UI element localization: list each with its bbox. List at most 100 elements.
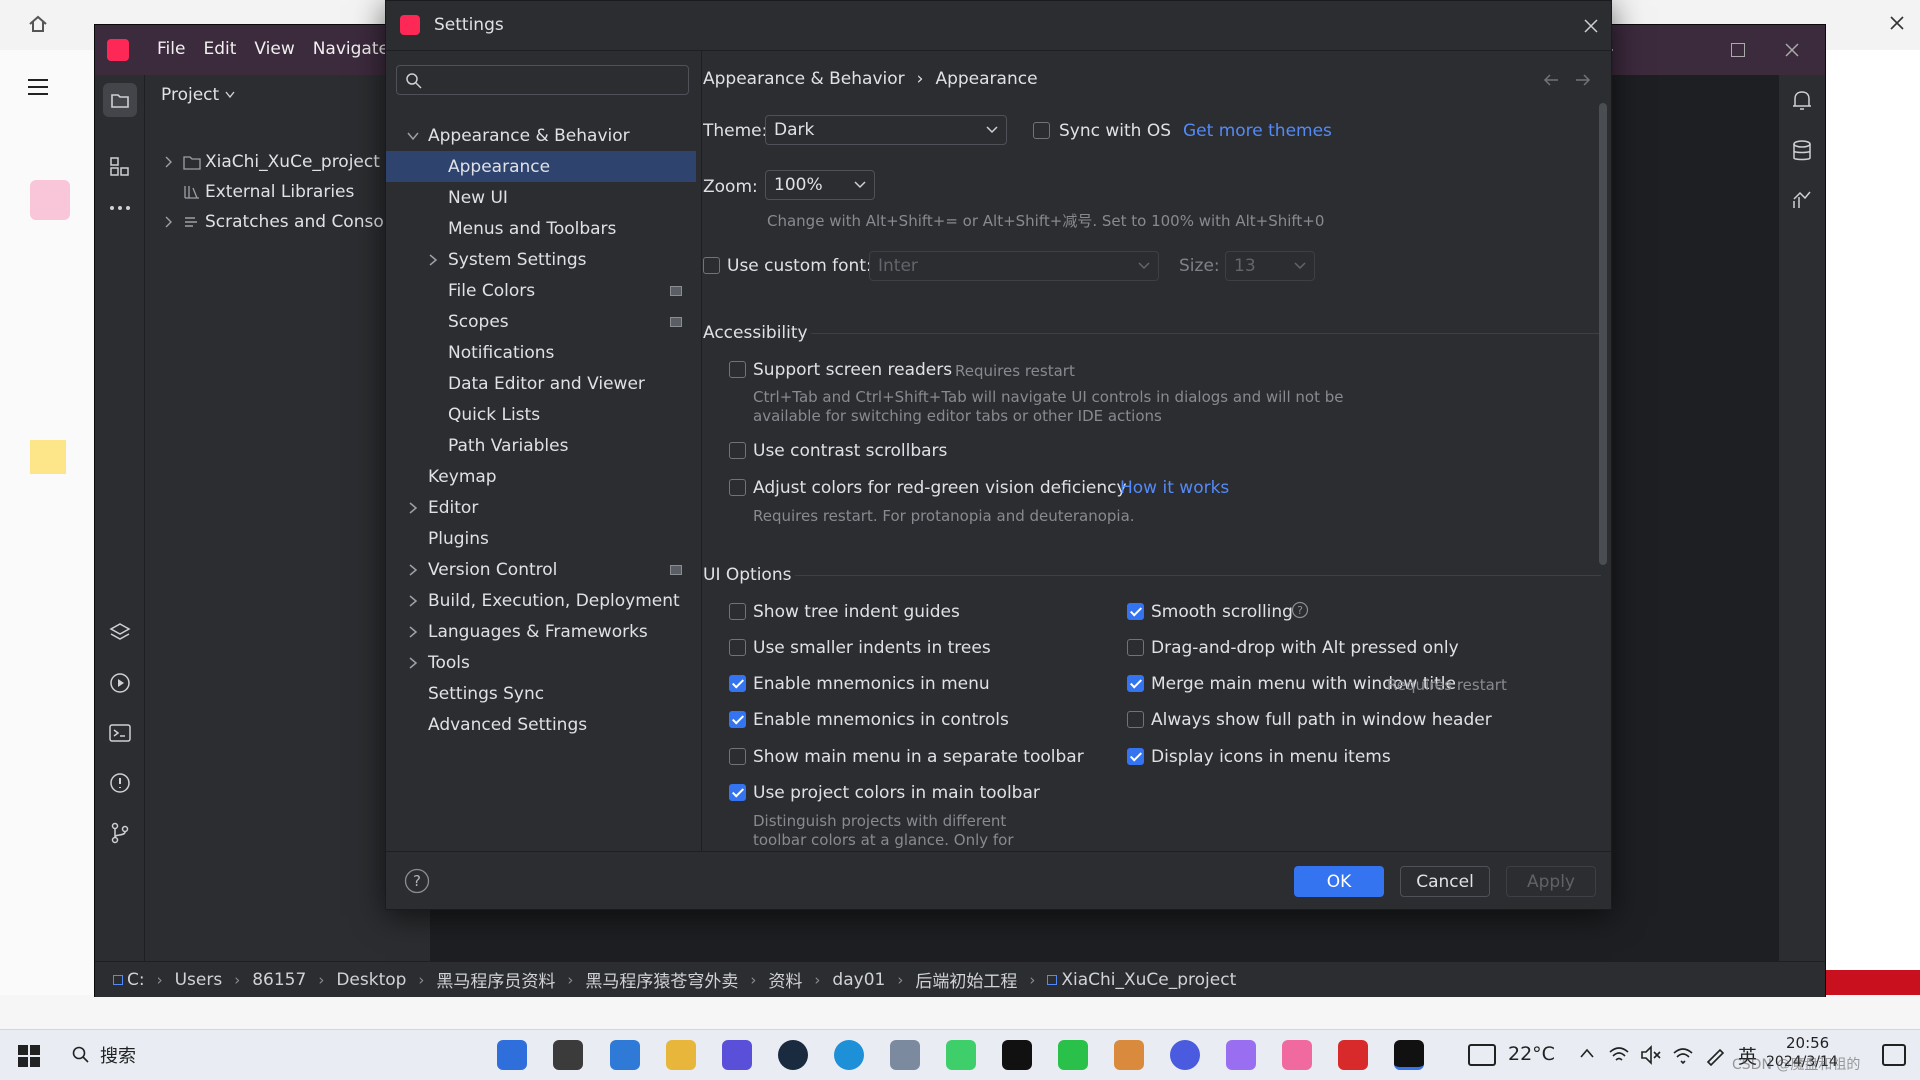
- crumb-6[interactable]: 资料: [768, 967, 802, 992]
- smooth-scrolling-checkbox[interactable]: [1127, 603, 1144, 620]
- crumb-4[interactable]: 黑马程序员资料: [436, 967, 555, 992]
- home-icon[interactable]: [28, 14, 48, 34]
- breadcrumb-parent[interactable]: Appearance & Behavior: [703, 69, 905, 89]
- icons-in-menu-checkbox[interactable]: [1127, 748, 1144, 765]
- menu-file[interactable]: File: [157, 39, 185, 59]
- screen-readers-checkbox[interactable]: [729, 361, 746, 378]
- nav-quick-lists[interactable]: Quick Lists: [386, 399, 696, 430]
- back-arrow-icon[interactable]: [1543, 73, 1559, 87]
- forward-arrow-icon[interactable]: [1575, 73, 1591, 87]
- edge-icon[interactable]: [834, 1040, 864, 1070]
- settings-search-input[interactable]: [427, 69, 682, 91]
- dialog-close-icon[interactable]: [1584, 19, 1598, 33]
- project-tool-button[interactable]: [103, 83, 137, 117]
- chevron-down-icon[interactable]: [406, 129, 420, 143]
- structure-icon[interactable]: [108, 155, 132, 179]
- help-icon[interactable]: ?: [1291, 601, 1309, 619]
- sticky-note-icon[interactable]: [30, 440, 66, 474]
- nav-version-control[interactable]: Version Control: [386, 554, 696, 585]
- calculator-icon[interactable]: [890, 1040, 920, 1070]
- bing-icon[interactable]: [1226, 1040, 1256, 1070]
- nav-path-variables[interactable]: Path Variables: [386, 430, 696, 461]
- services-icon[interactable]: [108, 671, 132, 695]
- chevron-right-icon[interactable]: [406, 656, 420, 670]
- weather-label[interactable]: 22°C: [1508, 1043, 1555, 1065]
- git-icon[interactable]: [108, 821, 132, 845]
- nvidia-icon[interactable]: [553, 1040, 583, 1070]
- sync-os-checkbox[interactable]: [1033, 122, 1050, 139]
- crumb-9[interactable]: XiaChi_XuCe_project: [1061, 970, 1236, 990]
- tiktok-icon[interactable]: [1002, 1040, 1032, 1070]
- project-colors-checkbox[interactable]: [729, 784, 746, 801]
- cancel-button[interactable]: Cancel: [1400, 866, 1490, 897]
- app-icon[interactable]: [1282, 1040, 1312, 1070]
- network-icon[interactable]: [1608, 1044, 1630, 1066]
- app-store-icon[interactable]: [497, 1040, 527, 1070]
- get-more-themes-link[interactable]: Get more themes: [1183, 121, 1332, 141]
- nav-file-colors[interactable]: File Colors: [386, 275, 696, 306]
- nav-keymap[interactable]: Keymap: [386, 461, 696, 492]
- content-scrollbar[interactable]: [1599, 103, 1607, 565]
- nav-data-editor[interactable]: Data Editor and Viewer: [386, 368, 696, 399]
- crumb-2[interactable]: 86157: [252, 970, 306, 990]
- wifi-icon[interactable]: [1672, 1044, 1694, 1066]
- project-panel-header[interactable]: Project: [161, 85, 235, 105]
- visual-studio-icon[interactable]: [722, 1040, 752, 1070]
- merge-main-menu-checkbox[interactable]: [1127, 675, 1144, 692]
- game-icon[interactable]: [1114, 1040, 1144, 1070]
- database-icon[interactable]: [1791, 139, 1813, 163]
- layers-icon[interactable]: [108, 621, 132, 645]
- help-icon[interactable]: ?: [404, 868, 430, 894]
- nav-notifications[interactable]: Notifications: [386, 337, 696, 368]
- zoom-select[interactable]: 100%: [765, 170, 875, 200]
- mnemonics-menu-checkbox[interactable]: [729, 675, 746, 692]
- smaller-indents-checkbox[interactable]: [729, 639, 746, 656]
- nav-languages[interactable]: Languages & Frameworks: [386, 616, 696, 647]
- chevron-right-icon[interactable]: [406, 594, 420, 608]
- more-tools-icon[interactable]: [108, 203, 132, 213]
- full-path-header-checkbox[interactable]: [1127, 711, 1144, 728]
- mail-icon[interactable]: [610, 1040, 640, 1070]
- nav-new-ui[interactable]: New UI: [386, 182, 696, 213]
- close-icon[interactable]: [1785, 43, 1799, 57]
- profiler-icon[interactable]: [1791, 189, 1813, 211]
- chevron-right-icon[interactable]: [163, 216, 175, 228]
- volume-muted-icon[interactable]: [1640, 1044, 1662, 1066]
- hamburger-menu-icon[interactable]: [28, 78, 52, 96]
- contrast-scrollbars-checkbox[interactable]: [729, 442, 746, 459]
- chevron-right-icon[interactable]: [163, 156, 175, 168]
- nav-scopes[interactable]: Scopes: [386, 306, 696, 337]
- browser-close-icon[interactable]: [1890, 16, 1904, 30]
- drag-drop-alt-checkbox[interactable]: [1127, 639, 1144, 656]
- theme-select[interactable]: Dark: [765, 115, 1007, 145]
- clock-time[interactable]: 20:56: [1786, 1034, 1829, 1052]
- windows-start-icon[interactable]: [18, 1045, 40, 1067]
- crumb-3[interactable]: Desktop: [336, 970, 406, 990]
- taskbar-search[interactable]: 搜索: [60, 1038, 340, 1072]
- chevron-right-icon[interactable]: [406, 563, 420, 577]
- news-widget-icon[interactable]: [1468, 1044, 1496, 1066]
- notification-center-icon[interactable]: [1882, 1044, 1906, 1066]
- media-player-icon[interactable]: [946, 1040, 976, 1070]
- chevron-right-icon[interactable]: [426, 253, 440, 267]
- nav-editor[interactable]: Editor: [386, 492, 696, 523]
- nav-plugins[interactable]: Plugins: [386, 523, 696, 554]
- chevron-up-icon[interactable]: [1580, 1048, 1594, 1058]
- crumb-5[interactable]: 黑马程序猿苍穹外卖: [585, 967, 738, 992]
- tree-indent-guides-checkbox[interactable]: [729, 603, 746, 620]
- crumb-1[interactable]: Users: [175, 970, 223, 990]
- app-icon[interactable]: [30, 180, 70, 220]
- crumb-7[interactable]: day01: [832, 970, 885, 990]
- font-select[interactable]: Inter: [869, 251, 1159, 281]
- notifications-icon[interactable]: [1791, 89, 1813, 113]
- menu-view[interactable]: View: [254, 39, 294, 59]
- nav-build[interactable]: Build, Execution, Deployment: [386, 585, 696, 616]
- maximize-icon[interactable]: [1731, 43, 1745, 57]
- color-deficiency-checkbox[interactable]: [729, 479, 746, 496]
- crumb-0[interactable]: C:: [127, 970, 145, 990]
- terminal-icon[interactable]: [108, 721, 132, 745]
- wps-icon[interactable]: [1338, 1040, 1368, 1070]
- wechat-icon[interactable]: [1058, 1040, 1088, 1070]
- separate-toolbar-checkbox[interactable]: [729, 748, 746, 765]
- how-it-works-link[interactable]: How it works: [1120, 478, 1229, 498]
